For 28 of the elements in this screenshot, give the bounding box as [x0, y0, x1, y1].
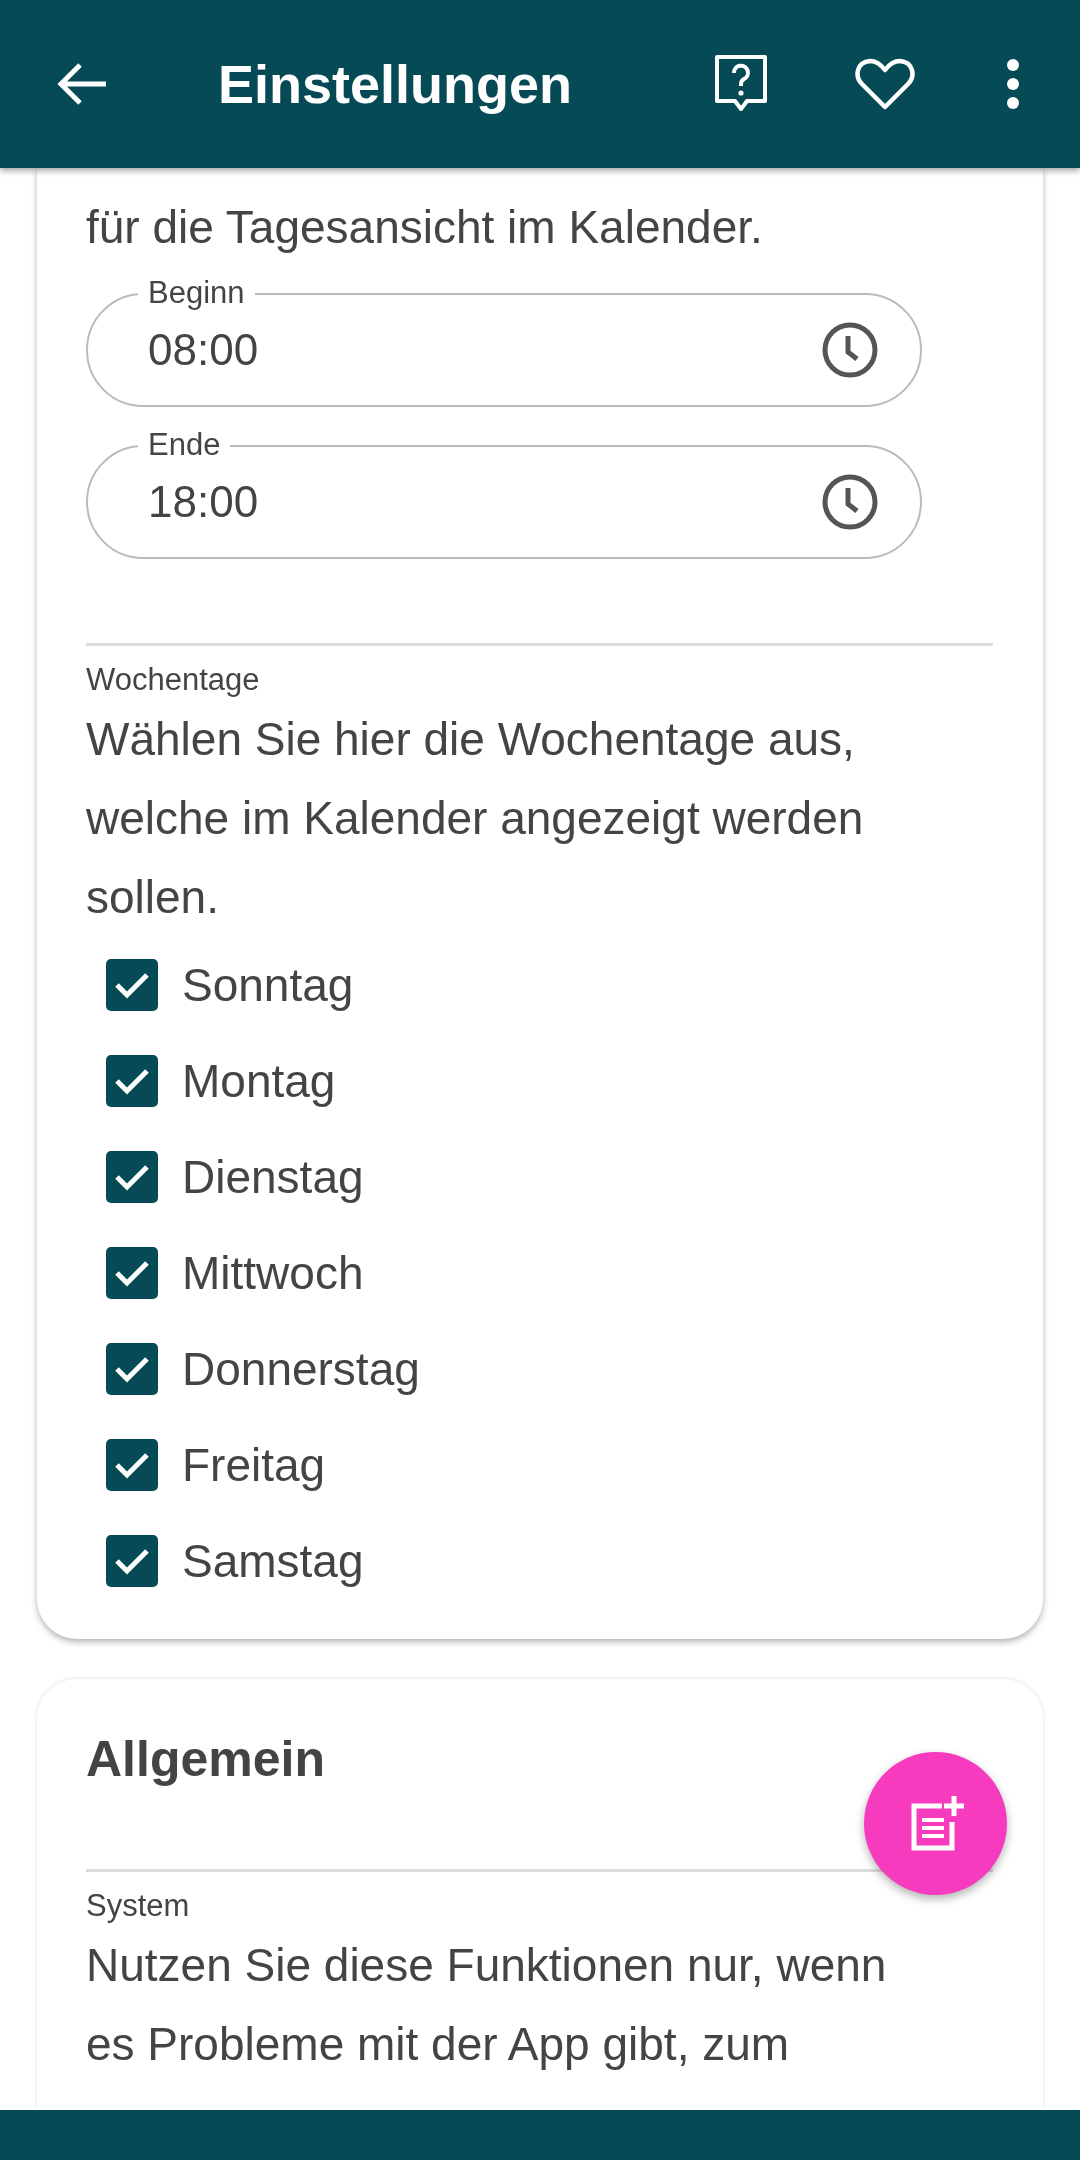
section-description: Nutzen Sie diese Funktionen nur, wenn es Probleme mit der App gibt, zum [86, 1938, 888, 2072]
weekday-label: Montag [182, 1054, 336, 1108]
weekday-label: Samstag [182, 1534, 364, 1588]
checkbox[interactable] [106, 959, 158, 1011]
weekday-label: Sonntag [182, 958, 354, 1012]
weekday-label: Mittwoch [182, 1246, 364, 1300]
intro-text: für die Tagesansicht im Kalender. [86, 200, 764, 255]
card-title: Allgemein [86, 1730, 326, 1789]
checkbox[interactable] [106, 1439, 158, 1491]
heart-icon[interactable] [854, 57, 916, 111]
checkbox[interactable] [106, 1247, 158, 1299]
field-value: 08:00 [148, 325, 260, 375]
clock-icon[interactable] [820, 320, 880, 380]
clock-icon[interactable] [820, 472, 880, 532]
field-value: 18:00 [148, 477, 260, 527]
section-label: System [86, 1887, 191, 1925]
screen-title: Einstellungen [218, 53, 574, 115]
weekday-label: Dienstag [182, 1150, 364, 1204]
back-icon[interactable] [56, 62, 108, 106]
checkbox[interactable] [106, 1055, 158, 1107]
more-icon[interactable] [1006, 58, 1020, 110]
checkbox[interactable] [106, 1535, 158, 1587]
checkbox[interactable] [106, 1151, 158, 1203]
checkbox[interactable] [106, 1343, 158, 1395]
section-label: Wochentage [86, 661, 261, 699]
weekday-label: Donnerstag [182, 1342, 420, 1396]
section-description: Wählen Sie hier die Wochentage aus, welche im Kalender angezeigt werden sollen. [86, 712, 865, 925]
weekday-label: Freitag [182, 1438, 326, 1492]
